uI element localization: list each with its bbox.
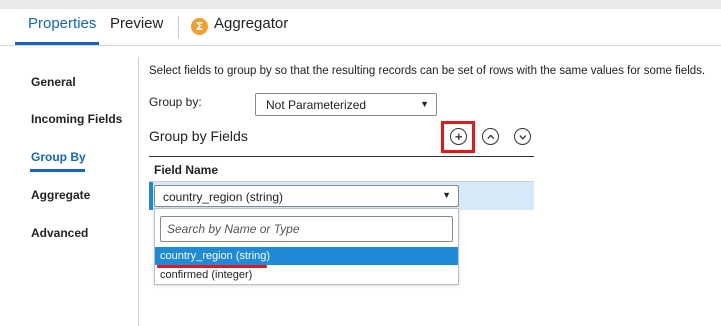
sigma-icon: Σ (191, 18, 208, 35)
tab-properties[interactable]: Properties (28, 15, 96, 32)
selected-row-marker (149, 182, 153, 210)
annotation-highlight-box (441, 121, 475, 153)
caret-down-icon: ▼ (420, 99, 429, 109)
dropdown-option[interactable]: confirmed (integer) (155, 266, 458, 284)
sidebar-item-aggregate[interactable]: Aggregate (31, 188, 90, 202)
tab-divider (178, 16, 179, 39)
search-input[interactable] (161, 217, 452, 241)
group-by-label: Group by: (149, 95, 202, 109)
sidebar-item-general[interactable]: General (31, 75, 76, 89)
group-by-select-value: Not Parameterized (266, 98, 367, 112)
group-by-description: Select fields to group by so that the re… (149, 65, 706, 77)
section-title: Group by Fields (149, 128, 248, 144)
window-top-strip (0, 0, 721, 9)
chevron-down-icon (519, 135, 527, 140)
column-header-field-name: Field Name (154, 163, 219, 177)
move-down-button[interactable] (514, 128, 531, 145)
dropdown-option[interactable]: country_region (string) (155, 247, 458, 265)
active-nav-indicator (30, 169, 85, 172)
transformation-name: Aggregator (214, 15, 289, 32)
properties-sidebar: General Incoming Fields Group By Aggrega… (0, 47, 139, 326)
caret-down-icon: ▼ (442, 190, 451, 200)
tab-preview[interactable]: Preview (110, 15, 163, 32)
dropdown-search-box[interactable] (160, 216, 453, 242)
field-dropdown-menu: country_region (string) confirmed (integ… (154, 208, 459, 285)
sidebar-item-incoming-fields[interactable]: Incoming Fields (31, 112, 122, 126)
field-name-select[interactable]: country_region (string) ▼ (154, 185, 459, 207)
move-up-button[interactable] (482, 128, 499, 145)
active-tab-indicator (15, 42, 99, 45)
sidebar-item-advanced[interactable]: Advanced (31, 226, 88, 240)
sidebar-item-group-by[interactable]: Group By (31, 150, 86, 164)
group-by-parameter-select[interactable]: Not Parameterized ▼ (255, 93, 437, 116)
annotation-underline (157, 265, 267, 268)
chevron-up-icon (487, 134, 495, 140)
field-select-value: country_region (string) (163, 190, 284, 204)
tab-bar: Properties Preview Σ Aggregator (0, 9, 721, 46)
sidebar-divider (138, 57, 139, 326)
table-top-border (149, 156, 534, 157)
